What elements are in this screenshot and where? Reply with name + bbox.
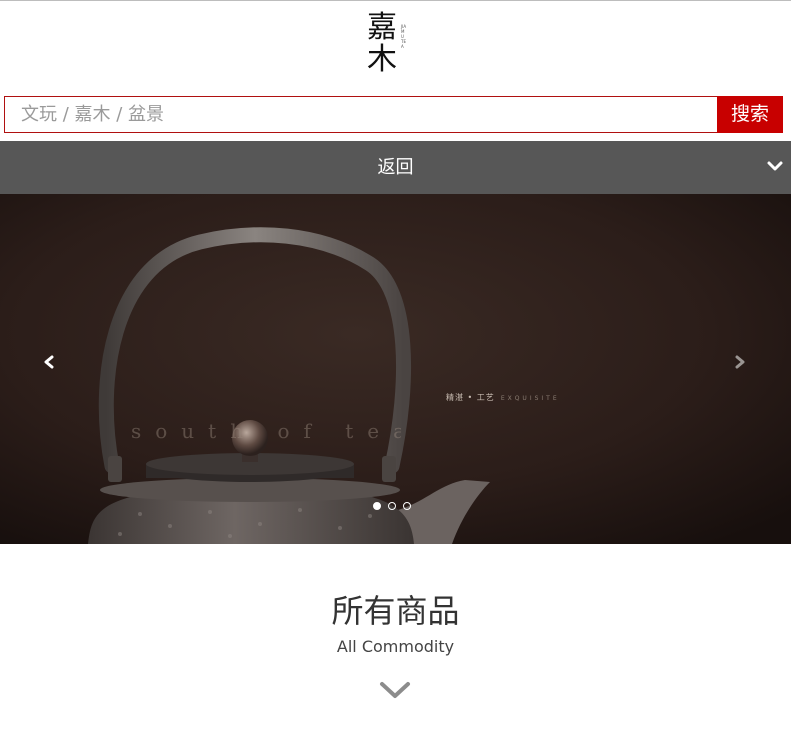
teapot-photo (0, 194, 791, 544)
banner-caption-cn: 精湛 • 工艺 (446, 393, 495, 402)
chevron-left-icon[interactable] (38, 351, 60, 373)
back-link[interactable]: 返回 (0, 141, 791, 194)
carousel-indicators (373, 502, 415, 512)
chevron-down-icon[interactable] (378, 679, 412, 701)
chevron-down-icon[interactable] (765, 156, 785, 176)
section-subtitle: All Commodity (336, 637, 455, 656)
carousel-dot-3[interactable] (403, 502, 411, 510)
banner-caption: 精湛 • 工艺 EXQUISITE (446, 392, 596, 404)
top-border (0, 0, 791, 1)
search-button[interactable]: 搜索 (717, 96, 783, 133)
logo-side-text: JIAMU TEA (401, 24, 407, 49)
hero-banner[interactable] (0, 194, 791, 544)
nav-bar: 返回 (0, 141, 791, 194)
banner-watermark: south of tea (131, 419, 401, 443)
carousel-dot-2[interactable] (388, 502, 396, 510)
banner-caption-en: EXQUISITE (500, 395, 560, 402)
search-input[interactable] (4, 96, 717, 133)
brand-logo[interactable]: 嘉木 JIAMU TEA (366, 12, 414, 78)
search-bar: 搜索 (4, 96, 783, 133)
section-title: 所有商品 (331, 592, 460, 630)
logo-text: 嘉木 (367, 10, 397, 77)
carousel-dot-1[interactable] (373, 502, 381, 510)
chevron-right-icon[interactable] (729, 351, 751, 373)
